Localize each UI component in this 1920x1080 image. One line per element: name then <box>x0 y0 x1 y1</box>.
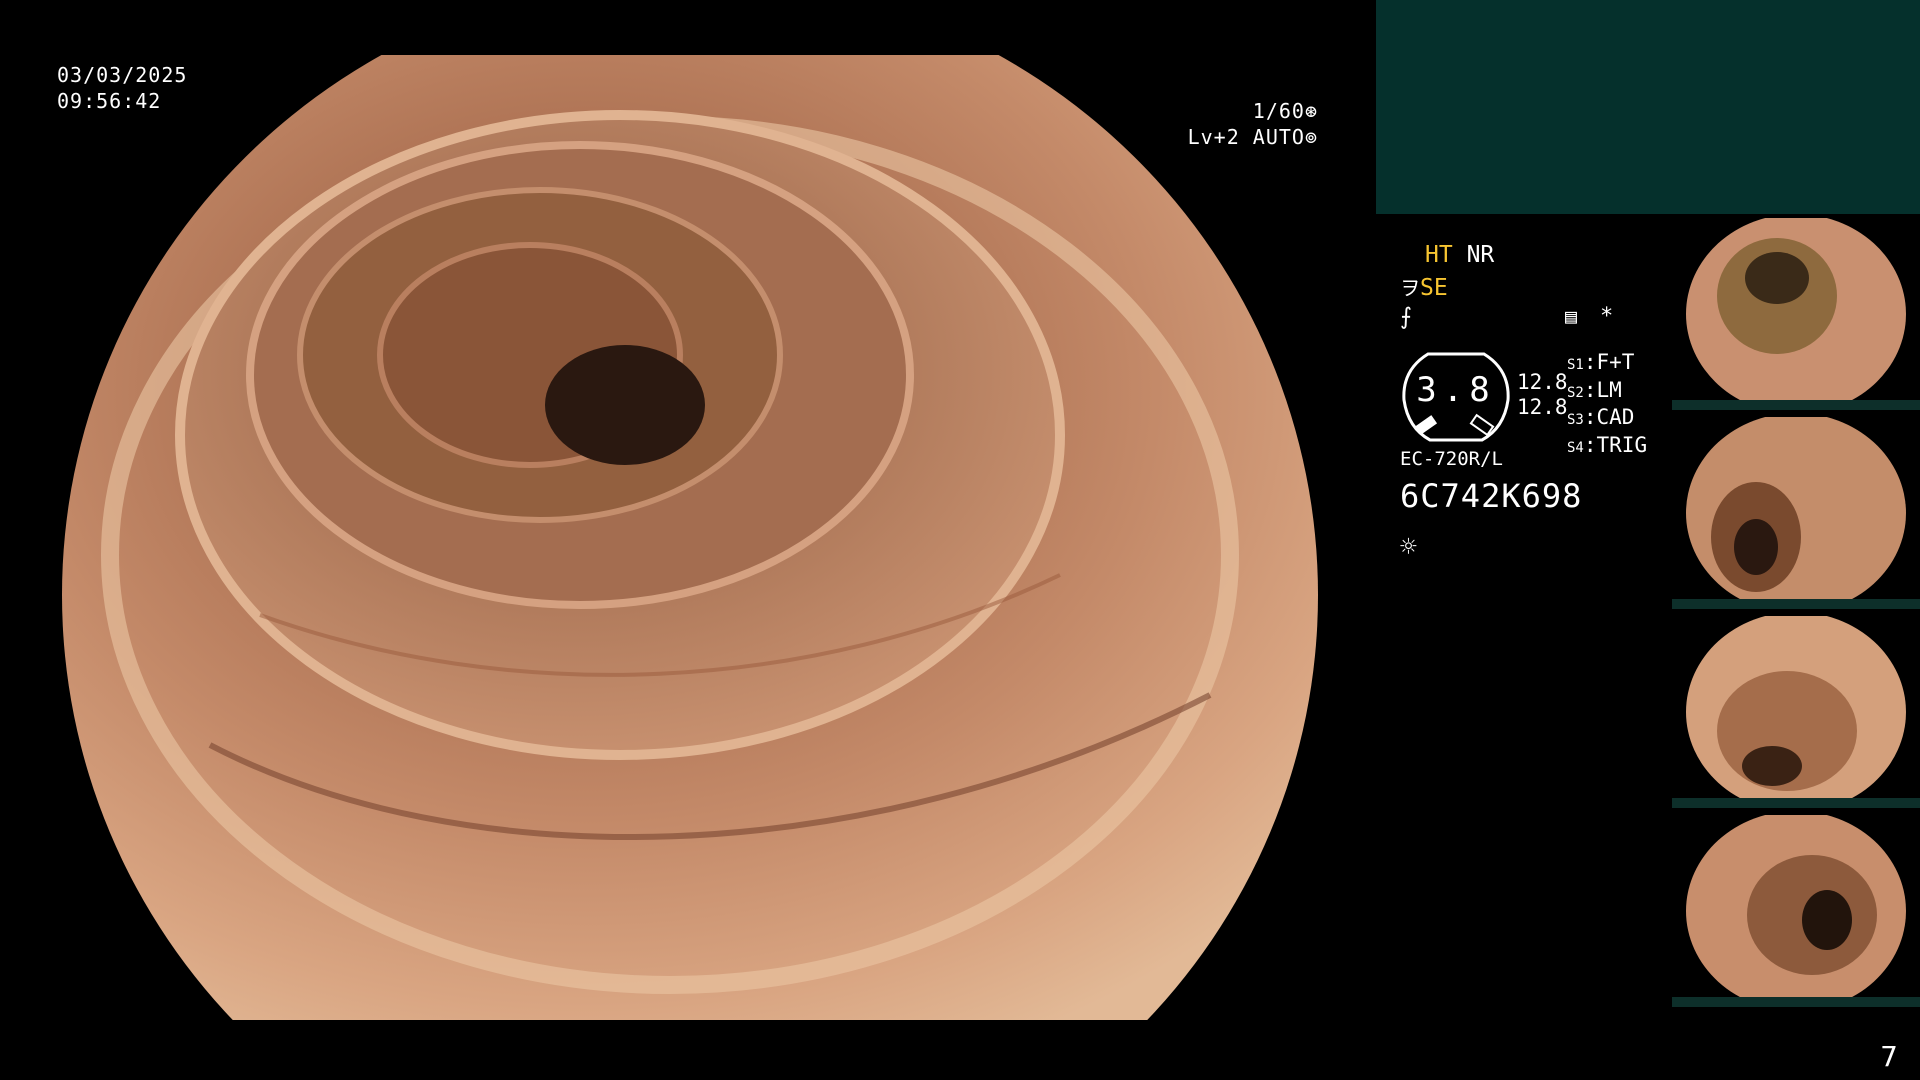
shutter-icon: ⊛ <box>1304 99 1318 123</box>
switch-row: S2:LM <box>1567 377 1622 402</box>
thumbnail-image <box>1686 218 1906 410</box>
thumbnail-image <box>1686 417 1906 609</box>
level-text: Lv+2 AUTO <box>1187 125 1305 149</box>
thumbnail-bar <box>1672 599 1920 609</box>
time-text: 09:56:42 <box>57 89 162 113</box>
thumbnail-4[interactable] <box>1672 815 1920 1007</box>
thumbnail-1[interactable] <box>1672 218 1920 410</box>
shutter-row: 1/60⊛ <box>1188 98 1318 124</box>
level-row: Lv+2 AUTO⊚ <box>1188 124 1318 150</box>
switch-row: S4:TRIG <box>1567 433 1648 458</box>
mode-row-2: ヲSE <box>1400 272 1448 301</box>
mode-row-1: HT NR <box>1425 242 1494 268</box>
thumbnail-3[interactable] <box>1672 616 1920 808</box>
enhance-icon: ヲ <box>1400 276 1420 300</box>
endoscope-main-view <box>60 55 1320 1020</box>
thumbnail-image <box>1686 815 1906 1007</box>
date-text: 03/03/2025 <box>57 63 188 87</box>
shutter-text: 1/60 <box>1252 99 1305 123</box>
nr-mode: NR <box>1466 242 1495 268</box>
menu-icon: ▤ <box>1565 304 1578 328</box>
light-icon: ☼ <box>1400 530 1417 563</box>
zoom-gauge: 3.8 <box>1400 350 1512 442</box>
thumbnail-bar <box>1672 400 1920 410</box>
freeze-icon: ⨍ <box>1400 304 1412 330</box>
switch-row: S1:F+T <box>1567 350 1635 374</box>
se-mode: SE <box>1420 275 1448 301</box>
switch-row: S3:CAD <box>1567 405 1635 430</box>
exposure-readout: 1/60⊛ Lv+2 AUTO⊚ <box>1188 98 1318 150</box>
switch-assignments: S1:F+T S2:LM S3:CAD S4:TRIG <box>1567 350 1647 461</box>
gauge-readings: 12.8 12.8 <box>1517 370 1568 419</box>
page-number: 7 <box>1880 1040 1898 1073</box>
gauge-value: 3.8 <box>1416 370 1496 410</box>
info-panel-header <box>1376 0 1920 214</box>
thumbnail-2[interactable] <box>1672 417 1920 609</box>
scope-model: EC-720R/L <box>1400 448 1503 470</box>
gauge-upper: 12.8 <box>1517 370 1568 394</box>
gauge-lower: 12.8 <box>1517 394 1568 419</box>
asterisk-icon: * <box>1600 304 1614 329</box>
thumbnail-bar <box>1672 997 1920 1007</box>
scope-serial: 6C742K698 <box>1400 477 1583 515</box>
ht-mode: HT <box>1425 242 1453 268</box>
auto-iris-icon: ⊚ <box>1304 125 1318 149</box>
thumbnail-bar <box>1672 798 1920 808</box>
timestamp: 03/03/2025 09:56:42 <box>57 62 187 114</box>
thumbnail-image <box>1686 616 1906 808</box>
colon-lumen-image <box>62 55 1318 1020</box>
